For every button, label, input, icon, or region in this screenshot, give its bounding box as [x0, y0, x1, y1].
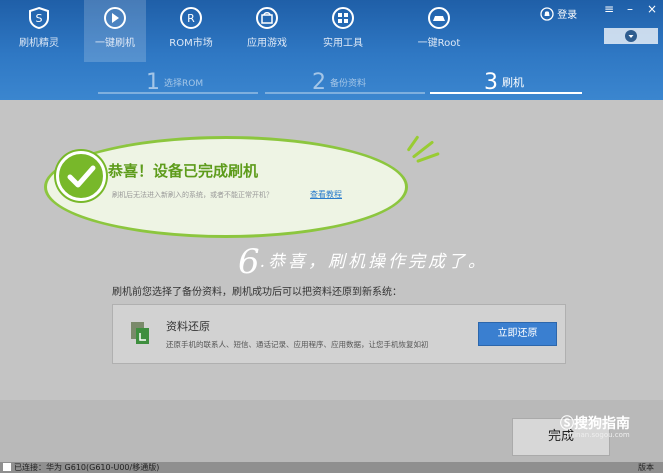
shield-s-icon: S — [29, 6, 49, 30]
step-2-line — [265, 92, 425, 94]
success-title: 恭喜！设备已完成刷机 — [108, 162, 259, 180]
nav-label: 应用游戏 — [247, 38, 287, 49]
nav-label: 实用工具 — [323, 38, 363, 49]
nav-item-one-click-root[interactable]: 一键Root — [408, 6, 470, 49]
restore-description: 还原手机的联系人、短信、通话记录、应用程序、应用数据，让您手机恢复如初 — [166, 340, 429, 349]
root-car-icon — [428, 7, 450, 29]
login-area[interactable]: 登录 — [540, 6, 577, 21]
nav-label: 一键Root — [417, 38, 461, 49]
nav-item-shuaji-jingling[interactable]: S 刷机精灵 — [8, 6, 70, 49]
step-1-line — [98, 92, 258, 94]
close-icon[interactable]: × — [647, 2, 657, 16]
annotation-text: .恭喜，刷机操作完成了。 — [259, 252, 489, 272]
grid-tools-icon — [332, 7, 354, 29]
annotation-number: 6 — [238, 242, 260, 282]
download-toggle[interactable] — [604, 28, 658, 44]
restore-data-icon — [131, 322, 149, 344]
nav-label: 一键刷机 — [95, 38, 135, 49]
backup-note: 刷机前您选择了备份资料，刷机成功后可以把资料还原到新系统： — [112, 287, 402, 298]
watermark: Ⓢ搜狗指南 — [560, 416, 630, 432]
status-bar: 已连接：华为 G610(G610-U00/移通版) 版本 — [0, 462, 663, 473]
progress-steps: 1 选择ROM 2 备份资料 3 刷机 — [0, 64, 663, 100]
nav-item-yijian-shuaji[interactable]: 一键刷机 — [84, 0, 146, 62]
rom-r-icon: R — [180, 7, 202, 29]
flash-arrow-icon — [104, 7, 126, 29]
step-3-line — [430, 92, 582, 94]
handwritten-annotation: 6.恭喜，刷机操作完成了。 — [238, 242, 488, 282]
view-tutorial-link[interactable]: 查看教程 — [310, 189, 342, 200]
restore-title: 资料还原 — [166, 320, 210, 333]
svg-text:R: R — [187, 12, 195, 25]
top-toolbar: S 刷机精灵 一键刷机 R ROM市场 应用游戏 实用工具 一键Root 登录 … — [0, 0, 663, 100]
download-icon — [625, 30, 637, 42]
nav-item-tools[interactable]: 实用工具 — [312, 6, 374, 49]
bag-icon — [256, 7, 278, 29]
minimize-icon[interactable]: – — [627, 2, 633, 16]
svg-text:S: S — [36, 12, 43, 25]
menu-icon[interactable]: ≡ — [604, 2, 614, 16]
nav-item-rom-market[interactable]: R ROM市场 — [160, 6, 222, 49]
device-check-icon — [3, 463, 11, 471]
restore-now-button[interactable]: 立即还原 — [478, 322, 557, 346]
success-subtitle: 刷机后无法进入新刷入的系统，或者不能正常开机？ — [112, 191, 273, 199]
success-check-icon — [56, 151, 106, 201]
login-link[interactable]: 登录 — [557, 10, 577, 21]
version-label: 版本 — [638, 463, 654, 472]
nav-label: ROM市场 — [169, 38, 213, 49]
nav-label: 刷机精灵 — [19, 38, 59, 49]
connection-status: 已连接：华为 G610(G610-U00/移通版) — [14, 463, 160, 472]
watermark-url: zhinan.sogou.com — [566, 431, 630, 439]
sogou-logo-icon: Ⓢ — [560, 416, 574, 432]
bell-icon — [540, 7, 554, 21]
nav-item-apps-games[interactable]: 应用游戏 — [236, 6, 298, 49]
